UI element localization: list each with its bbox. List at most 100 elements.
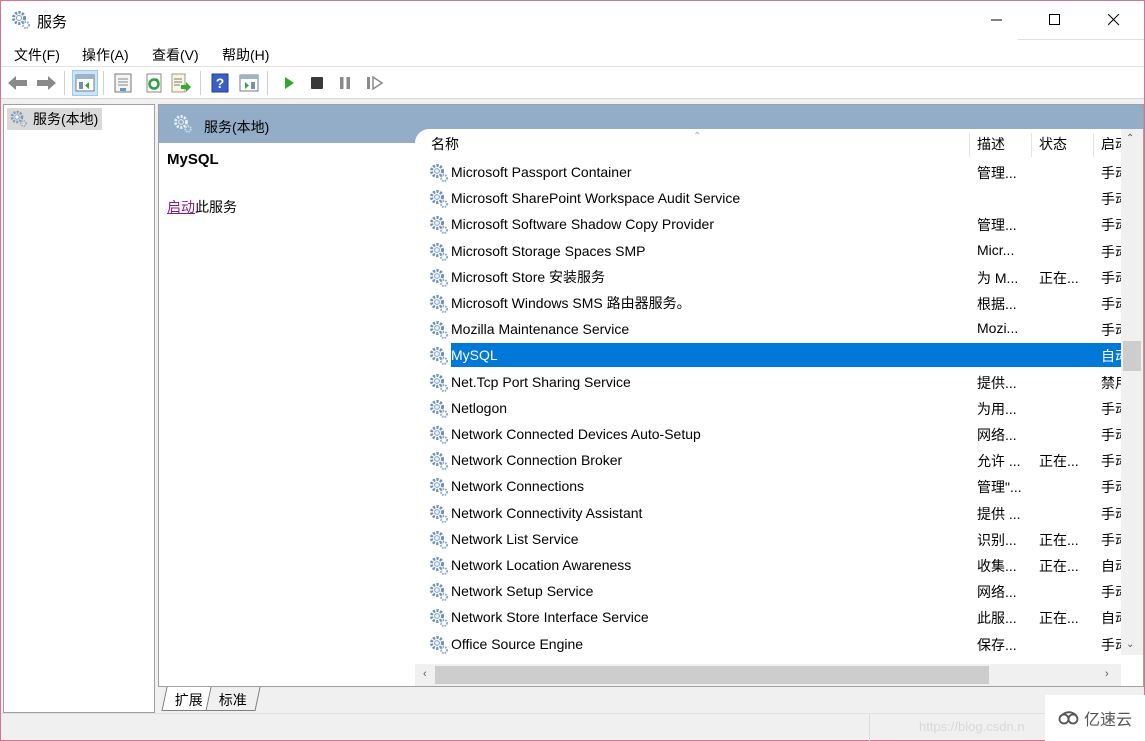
column-header-status[interactable]: 状态	[1031, 129, 1093, 159]
service-gear-icon	[429, 268, 449, 291]
service-description: Micr...	[977, 241, 1015, 258]
service-name: Network Setup Service	[451, 583, 594, 600]
services-list: 名称 ⌃ 描述 状态 启动 Microsoft Passport Contain…	[415, 129, 1143, 686]
column-header-status-label: 状态	[1039, 136, 1067, 152]
back-button[interactable]	[5, 70, 31, 96]
service-row[interactable]: Microsoft Store 安装服务 为 M... 正在... 手动	[415, 264, 1121, 290]
service-startup-type: 手动	[1101, 296, 1121, 312]
properties-button[interactable]	[110, 70, 136, 96]
service-gear-icon	[429, 425, 449, 448]
service-row[interactable]: Network Connections 管理"... 手动	[415, 473, 1121, 499]
service-startup-type: 手动	[1101, 269, 1121, 286]
service-gear-icon	[429, 215, 449, 238]
show-hide-console-tree-button[interactable]	[72, 70, 98, 96]
maximize-icon	[1049, 14, 1060, 25]
menu-action[interactable]: 操作(A)	[82, 45, 129, 65]
service-row[interactable]: Microsoft Passport Container 管理... 手动	[415, 159, 1121, 185]
tab-standard[interactable]: 标准	[205, 687, 261, 711]
menu-help[interactable]: 帮助(H)	[222, 45, 269, 65]
maximize-button[interactable]	[1026, 1, 1084, 39]
column-header-startup[interactable]: 启动	[1093, 129, 1121, 159]
service-name: Network Connected Devices Auto-Setup	[451, 426, 701, 442]
stop-service-button[interactable]	[304, 70, 330, 96]
service-row[interactable]: Microsoft Storage Spaces SMP Micr... 手动	[415, 238, 1121, 264]
service-description: 网络...	[977, 584, 1017, 601]
menu-view[interactable]: 查看(V)	[152, 45, 199, 65]
service-description: 识别...	[977, 531, 1017, 548]
service-startup-type: 手动	[1101, 427, 1121, 443]
toolbar-separator	[103, 71, 104, 95]
show-action-pane-button[interactable]	[236, 70, 262, 96]
service-startup-type: 手动	[1101, 165, 1121, 181]
service-description: 为 M...	[977, 269, 1019, 286]
show-action-pane-icon	[239, 74, 259, 92]
service-gear-icon	[429, 242, 449, 265]
service-description: 为用...	[977, 400, 1017, 417]
column-header-name-label: 名称	[431, 136, 459, 152]
column-header-description[interactable]: 描述	[969, 129, 1031, 159]
services-gear-icon	[10, 110, 28, 131]
service-gear-icon	[429, 346, 449, 369]
selected-service-name: MySQL	[167, 151, 219, 168]
title-bar: 服务	[1, 1, 1144, 39]
pause-service-button[interactable]	[332, 70, 358, 96]
service-row[interactable]: Microsoft Software Shadow Copy Provider 管…	[415, 211, 1121, 237]
service-name: Microsoft SharePoint Workspace Audit Ser…	[451, 190, 741, 207]
forward-button[interactable]	[33, 70, 59, 96]
services-gear-icon	[11, 10, 31, 30]
vertical-scrollbar[interactable]: ⌃ ⌄	[1121, 129, 1143, 655]
start-service-link[interactable]: 启动	[167, 199, 195, 215]
help-button[interactable]: ?	[207, 70, 233, 96]
service-detail-panel: MySQL 启动此服务	[159, 143, 415, 686]
service-row[interactable]: Net.Tcp Port Sharing Service 提供... 禁用	[415, 369, 1121, 395]
export-list-button[interactable]	[168, 70, 194, 96]
menu-file[interactable]: 文件(F)	[14, 45, 60, 65]
horizontal-scrollbar[interactable]: ‹ ›	[415, 664, 1121, 686]
service-row[interactable]: Network Setup Service 网络... 手动	[415, 578, 1121, 604]
service-gear-icon	[429, 451, 449, 474]
service-description: 提供...	[977, 374, 1017, 391]
scroll-right-icon[interactable]: ›	[1105, 668, 1109, 680]
minimize-button[interactable]	[968, 1, 1026, 39]
scroll-down-icon[interactable]: ⌄	[1126, 639, 1134, 650]
service-startup-type: 手动	[1101, 400, 1121, 417]
service-row[interactable]: Microsoft Windows SMS 路由器服务。 根据... 手动	[415, 290, 1121, 316]
start-service-button[interactable]	[276, 70, 302, 96]
service-row[interactable]: Network Connected Devices Auto-Setup 网络..…	[415, 421, 1121, 447]
service-row[interactable]: Office Source Engine 保存... 手动	[415, 631, 1121, 655]
scroll-left-icon[interactable]: ‹	[423, 668, 427, 680]
service-name: MySQL	[451, 347, 498, 364]
resume-service-button[interactable]	[362, 70, 388, 96]
service-gear-icon	[429, 556, 449, 579]
service-row[interactable]: Network Location Awareness 收集... 正在... 自动	[415, 552, 1121, 578]
service-status: 正在...	[1039, 558, 1079, 574]
service-status: 正在...	[1039, 453, 1079, 470]
service-row[interactable]: Network Connection Broker 允许 ... 正在... 手动	[415, 447, 1121, 473]
service-status: 正在...	[1039, 531, 1079, 548]
vertical-scroll-thumb[interactable]	[1123, 341, 1141, 371]
brand-logo: 亿速云	[1045, 695, 1145, 741]
service-row[interactable]: Mozilla Maintenance Service Mozi... 手动	[415, 316, 1121, 342]
service-row[interactable]: MySQL 自动	[415, 342, 1121, 368]
scroll-up-icon[interactable]: ⌃	[1126, 133, 1134, 144]
service-row[interactable]: Network List Service 识别... 正在... 手动	[415, 526, 1121, 552]
back-arrow-icon	[8, 76, 27, 90]
horizontal-scroll-thumb[interactable]	[435, 666, 989, 684]
service-row[interactable]: Netlogon 为用... 手动	[415, 395, 1121, 421]
service-startup-type: 禁用	[1101, 374, 1121, 391]
status-bar-separator	[869, 714, 870, 741]
service-row[interactable]: Network Connectivity Assistant 提供 ... 手动	[415, 500, 1121, 526]
start-service-icon	[285, 77, 294, 89]
refresh-icon	[146, 73, 162, 93]
service-name: Network List Service	[451, 530, 579, 547]
service-startup-type: 手动	[1101, 453, 1121, 470]
service-row[interactable]: Network Store Interface Service 此服... 正在..…	[415, 604, 1121, 630]
service-description: 保存...	[977, 636, 1017, 653]
service-name: Microsoft Software Shadow Copy Provider	[451, 216, 714, 233]
tree-item-services-local[interactable]: 服务(本地)	[7, 108, 103, 131]
refresh-button[interactable]	[141, 70, 167, 96]
service-description: 管理"...	[977, 479, 1022, 496]
service-row[interactable]: Microsoft SharePoint Workspace Audit Ser…	[415, 185, 1121, 211]
close-button[interactable]	[1085, 1, 1143, 39]
service-status: 正在...	[1039, 610, 1079, 627]
